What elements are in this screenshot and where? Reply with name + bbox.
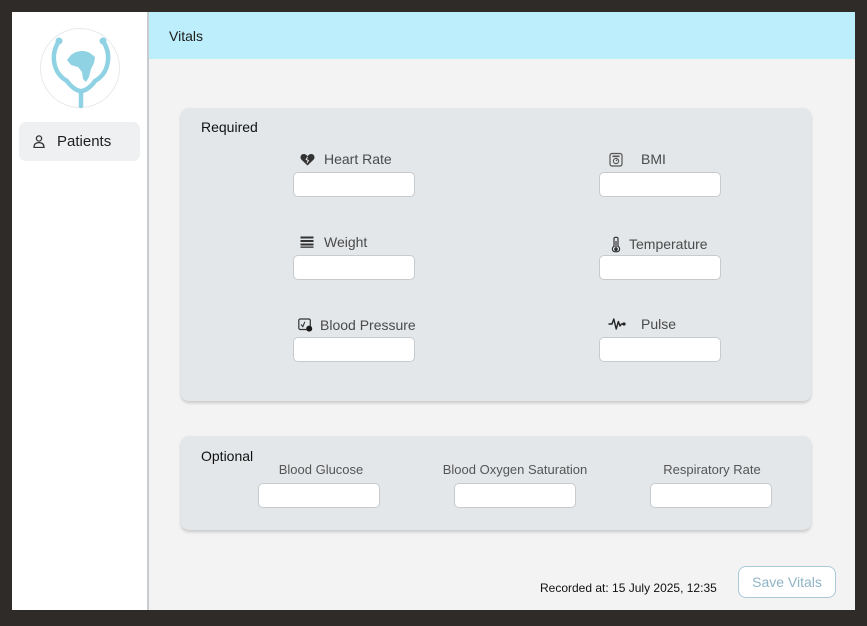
blood-pressure-input[interactable] [293, 337, 415, 362]
sidebar: Patients [12, 12, 147, 610]
blood-oxygen-saturation-label: Blood Oxygen Saturation [442, 462, 588, 477]
heart-rate-input[interactable] [293, 172, 415, 197]
weight-input[interactable] [293, 255, 415, 280]
pulse-label-text: Pulse [641, 316, 677, 332]
stethoscope-africa-logo-icon [51, 37, 111, 109]
blood-pressure-icon [297, 317, 313, 333]
weight-label-text: Weight [324, 234, 368, 250]
main-content: Vitals Required Heart Rate BMI Weight Te… [149, 12, 855, 610]
blood-pressure-label-text: Blood Pressure [320, 317, 416, 333]
respiratory-rate-input[interactable] [650, 483, 772, 508]
temperature-label-text: Temperature [629, 236, 708, 252]
weight-lines-icon [299, 234, 315, 250]
page-header: Vitals [149, 12, 855, 59]
optional-vitals-panel: Optional Blood Glucose Blood Oxygen Satu… [181, 436, 811, 530]
optional-section-title: Optional [201, 448, 254, 464]
bmi-input[interactable] [599, 172, 721, 197]
heart-rate-label-text: Heart Rate [324, 151, 392, 167]
required-vitals-panel: Required Heart Rate BMI Weight Temperatu… [181, 108, 811, 401]
heart-rate-label: Heart Rate [299, 151, 392, 167]
pulse-label: Pulse [608, 316, 676, 332]
sidebar-item-label: Patients [57, 133, 112, 150]
blood-glucose-label: Blood Glucose [278, 462, 364, 477]
temperature-input[interactable] [599, 255, 721, 280]
blood-oxygen-saturation-input[interactable] [454, 483, 576, 508]
blood-pressure-label: Blood Pressure [297, 317, 416, 333]
pulse-wave-icon [608, 316, 626, 332]
pulse-input[interactable] [599, 337, 721, 362]
recorded-timestamp: Recorded at: 15 July 2025, 12:35 [540, 581, 717, 595]
heart-icon [299, 151, 315, 167]
required-section-title: Required [201, 119, 258, 135]
person-icon [32, 135, 46, 149]
temperature-label: Temperature [608, 236, 708, 252]
page-title: Vitals [169, 28, 203, 44]
blood-glucose-input[interactable] [258, 483, 380, 508]
scale-icon [608, 151, 624, 167]
sidebar-item-patients[interactable]: Patients [19, 122, 140, 161]
bmi-label: BMI [608, 151, 666, 167]
respiratory-rate-label: Respiratory Rate [663, 462, 761, 477]
save-vitals-button[interactable]: Save Vitals [738, 566, 836, 598]
app-logo [40, 28, 120, 109]
weight-label: Weight [299, 234, 367, 250]
thermometer-icon [608, 236, 624, 252]
bmi-label-text: BMI [641, 151, 666, 167]
